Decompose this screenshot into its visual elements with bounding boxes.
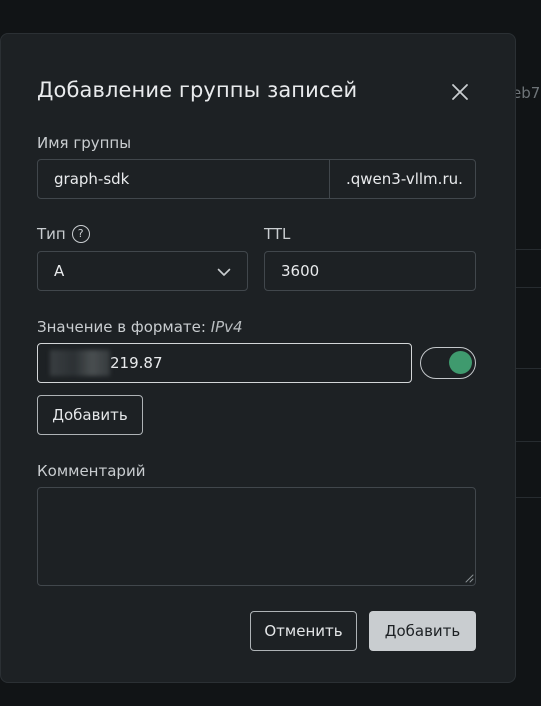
redacted-value-segment: [50, 350, 110, 376]
group-name-value: graph-sdk: [54, 170, 130, 188]
comment-textarea[interactable]: [37, 487, 476, 586]
add-value-button[interactable]: Добавить: [37, 395, 143, 435]
background-divider: [514, 249, 541, 250]
background-divider: [514, 441, 541, 442]
close-icon: [452, 84, 468, 100]
type-label-text: Тип: [37, 225, 66, 243]
background-divider: [514, 368, 541, 369]
value-format-prefix: Значение в формате:: [37, 318, 206, 336]
type-select-value: A: [54, 262, 65, 280]
toggle-knob: [449, 351, 472, 374]
ttl-label: TTL: [264, 225, 291, 243]
group-name-input[interactable]: graph-sdk: [37, 159, 330, 199]
help-circle-icon[interactable]: ?: [71, 224, 90, 243]
ttl-value: 3600: [281, 262, 320, 280]
background-text-fragment: eb7: [512, 84, 541, 102]
dialog-title: Добавление группы записей: [37, 78, 358, 102]
chevron-down-icon: [217, 268, 231, 276]
comment-label: Комментарий: [37, 462, 146, 480]
add-record-group-dialog: Добавление группы записей Имя группы gra…: [0, 33, 516, 683]
ttl-input[interactable]: 3600: [264, 251, 476, 291]
ip-value-input[interactable]: 219.87: [37, 343, 412, 383]
background-divider: [514, 287, 541, 288]
type-select[interactable]: A: [37, 251, 248, 291]
resize-grip-icon[interactable]: [465, 574, 474, 583]
domain-suffix: .qwen3-vllm.ru.: [329, 159, 476, 199]
background-divider: [514, 497, 541, 498]
ip-value-visible: 219.87: [110, 354, 163, 372]
value-enabled-toggle[interactable]: [420, 347, 476, 379]
domain-suffix-text: .qwen3-vllm.ru.: [346, 170, 463, 188]
cancel-button[interactable]: Отменить: [250, 611, 357, 651]
value-format-type: IPv4: [210, 318, 243, 336]
value-format-label: Значение в формате: IPv4: [37, 318, 243, 336]
type-label: Тип?: [37, 224, 90, 244]
submit-button[interactable]: Добавить: [369, 611, 476, 651]
close-button[interactable]: [447, 79, 473, 105]
group-name-label: Имя группы: [37, 134, 132, 152]
